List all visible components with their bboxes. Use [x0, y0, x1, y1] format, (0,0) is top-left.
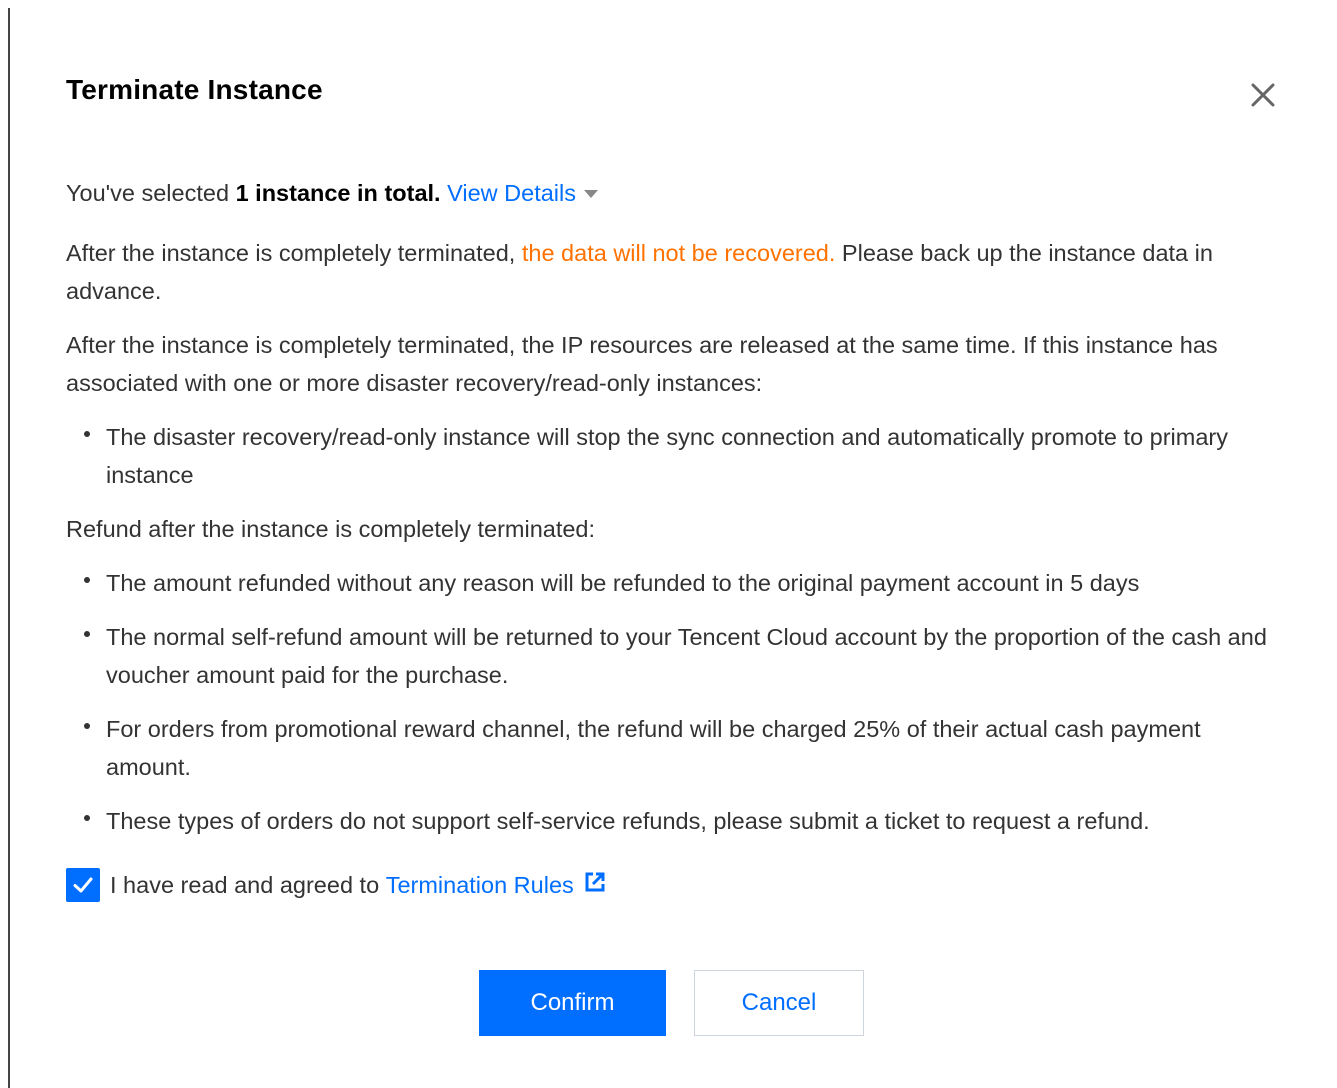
- warning-prefix: After the instance is completely termina…: [66, 240, 522, 266]
- external-link-icon[interactable]: [584, 871, 606, 899]
- list-item-text: These types of orders do not support sel…: [106, 808, 1150, 834]
- list-item-text: The amount refunded without any reason w…: [106, 570, 1140, 596]
- cancel-button[interactable]: Cancel: [694, 970, 864, 1036]
- bullet-icon: [84, 815, 90, 821]
- selection-count: 1 instance in total.: [235, 180, 441, 206]
- list-item: The amount refunded without any reason w…: [66, 564, 1290, 602]
- ip-release-notice: After the instance is completely termina…: [66, 332, 1218, 396]
- selection-prefix: You've selected: [66, 180, 236, 206]
- terminate-instance-dialog: Terminate Instance You've selected 1 ins…: [8, 8, 1332, 1088]
- bullet-icon: [84, 631, 90, 637]
- confirm-button[interactable]: Confirm: [479, 970, 666, 1036]
- dialog-title: Terminate Instance: [66, 74, 323, 105]
- refund-heading: Refund after the instance is completely …: [66, 516, 596, 542]
- agreement-label: I have read and agreed to: [110, 871, 386, 898]
- list-item: These types of orders do not support sel…: [66, 802, 1290, 840]
- list-item-text: For orders from promotional reward chann…: [106, 716, 1201, 780]
- warning-highlight: the data will not be recovered.: [521, 240, 836, 266]
- termination-rules-link[interactable]: Termination Rules: [386, 872, 574, 899]
- view-details-link[interactable]: View Details: [447, 180, 598, 206]
- data-loss-warning: After the instance is completely termina…: [66, 234, 1290, 310]
- bullet-icon: [84, 431, 90, 437]
- bullet-icon: [84, 723, 90, 729]
- list-item: For orders from promotional reward chann…: [66, 710, 1290, 786]
- dialog-body: You've selected 1 instance in total. Vie…: [66, 174, 1290, 856]
- view-details-label: View Details: [447, 180, 576, 206]
- checkmark-icon: [73, 877, 93, 893]
- agreement-row: I have read and agreed to Termination Ru…: [66, 868, 606, 902]
- list-item-text: The disaster recovery/read-only instance…: [106, 424, 1228, 488]
- ip-notice-list: The disaster recovery/read-only instance…: [66, 418, 1290, 494]
- refund-list: The amount refunded without any reason w…: [66, 564, 1290, 840]
- close-icon[interactable]: [1246, 78, 1280, 112]
- list-item: The disaster recovery/read-only instance…: [66, 418, 1290, 494]
- selection-summary: You've selected 1 instance in total. Vie…: [66, 174, 1290, 212]
- bullet-icon: [84, 577, 90, 583]
- caret-down-icon: [584, 189, 598, 198]
- list-item: The normal self-refund amount will be re…: [66, 618, 1290, 694]
- list-item-text: The normal self-refund amount will be re…: [106, 624, 1267, 688]
- agreement-checkbox[interactable]: [66, 868, 100, 902]
